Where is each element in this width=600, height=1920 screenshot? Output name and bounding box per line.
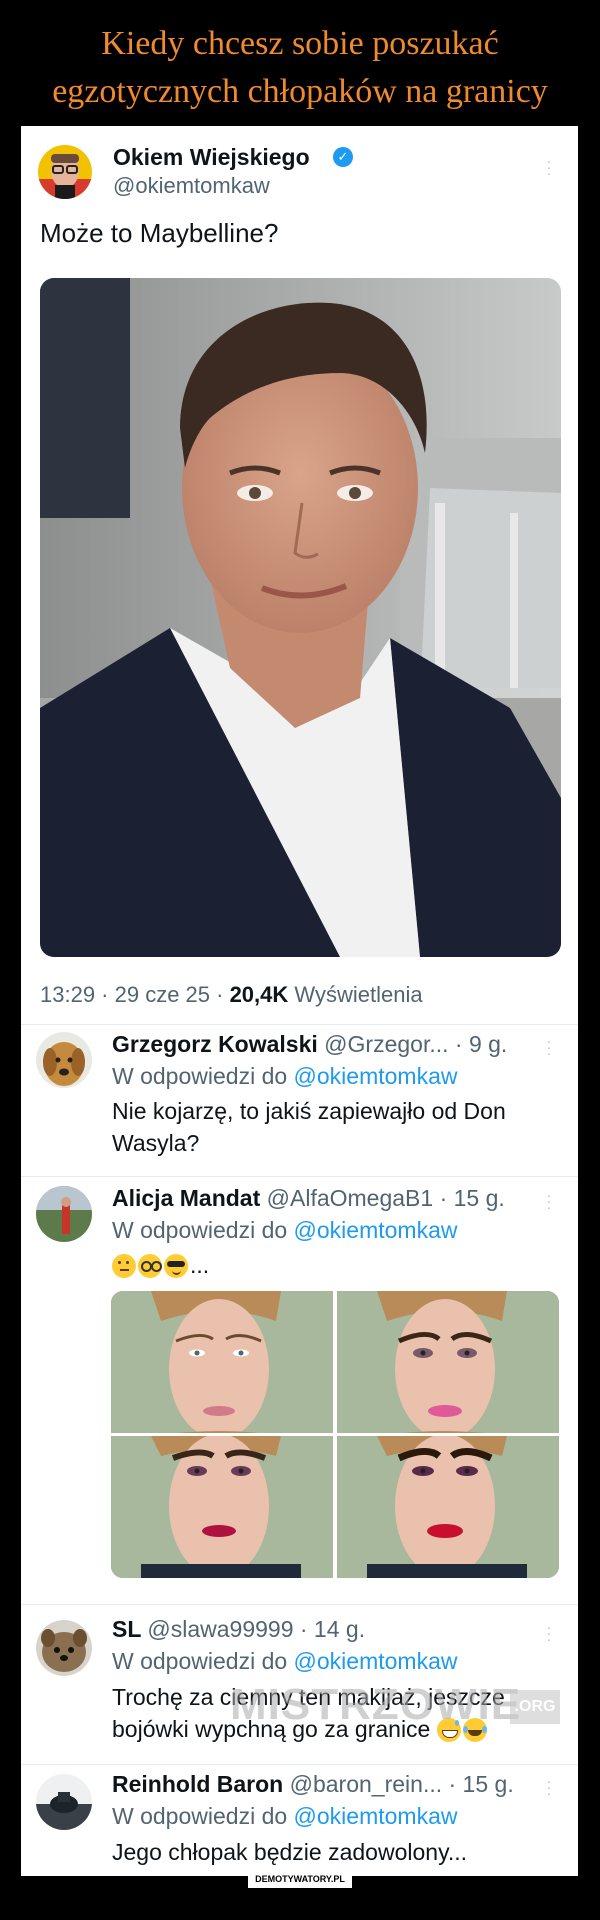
replying-to-link[interactable]: @okiemtomkaw bbox=[294, 1217, 458, 1243]
author-handle[interactable]: @okiemtomkaw bbox=[113, 173, 270, 199]
views-label: Wyświetlenia bbox=[288, 982, 423, 1007]
tweet-photo[interactable] bbox=[40, 278, 561, 957]
more-options-icon[interactable]: · · · bbox=[546, 1774, 552, 1800]
watermark: MISTRZOWIE bbox=[230, 1680, 522, 1729]
more-options-icon[interactable]: · · · bbox=[546, 1620, 552, 1646]
divider bbox=[21, 1604, 578, 1605]
reply-author-handle[interactable]: @Grzegor... · 9 g. bbox=[324, 1031, 507, 1057]
watermark-org: .ORG bbox=[510, 1690, 560, 1724]
reply-text: ... bbox=[112, 1249, 209, 1281]
more-options-icon[interactable]: · · · bbox=[546, 1034, 552, 1060]
reply-author[interactable]: Reinhold Baron @baron_rein... · 15 g. bbox=[112, 1771, 514, 1798]
replying-to: W odpowiedzi do @okiemtomkaw bbox=[112, 1063, 458, 1090]
reply-author-handle[interactable]: @AlfaOmegaB1 · 15 g. bbox=[267, 1185, 505, 1211]
reply-author-handle[interactable]: @slawa99999 · 14 g. bbox=[147, 1616, 365, 1642]
replying-to-prefix: W odpowiedzi do bbox=[112, 1063, 294, 1089]
reply-avatar[interactable] bbox=[36, 1620, 92, 1676]
meme-title: Kiedy chcesz sobie poszukać egzotycznych… bbox=[0, 20, 600, 116]
reply-author[interactable]: SL @slawa99999 · 14 g. bbox=[112, 1616, 365, 1643]
reply-author-name[interactable]: Alicja Mandat bbox=[112, 1185, 260, 1211]
reply-text-suffix: ... bbox=[190, 1252, 210, 1278]
author-avatar[interactable] bbox=[38, 145, 92, 199]
reply-author[interactable]: Grzegorz Kowalski @Grzegor... · 9 g. bbox=[112, 1031, 507, 1058]
meme-title-line-2: egzotycznych chłopaków na granicy bbox=[52, 73, 548, 110]
reply-avatar[interactable] bbox=[36, 1774, 92, 1830]
replying-to: W odpowiedzi do @okiemtomkaw bbox=[112, 1217, 458, 1244]
sunglasses-face-emoji-icon bbox=[164, 1254, 188, 1278]
meme-title-line-1: Kiedy chcesz sobie poszukać bbox=[101, 25, 499, 62]
replying-to-prefix: W odpowiedzi do bbox=[112, 1217, 294, 1243]
replying-to-link[interactable]: @okiemtomkaw bbox=[294, 1063, 458, 1089]
tweet-text: Może to Maybelline? bbox=[40, 218, 279, 248]
replying-to-link[interactable]: @okiemtomkaw bbox=[294, 1648, 458, 1674]
tweet-card: Okiem Wiejskiego ✓ @okiemtomkaw · · · Może… bbox=[21, 126, 578, 1876]
thinking-face-emoji-icon bbox=[112, 1254, 136, 1278]
divider bbox=[21, 1764, 578, 1765]
reply-text: Nie kojarzę, to jakiś zapiewajło od Don … bbox=[112, 1095, 506, 1159]
reply-author-name[interactable]: SL bbox=[112, 1616, 141, 1642]
reply-text-line: Nie kojarzę, to jakiś zapiewajło od Don bbox=[112, 1098, 506, 1124]
reply-author[interactable]: Alicja Mandat @AlfaOmegaB1 · 15 g. bbox=[112, 1185, 505, 1212]
more-options-icon[interactable]: · · · bbox=[546, 1188, 552, 1214]
replying-to-prefix: W odpowiedzi do bbox=[112, 1803, 294, 1829]
footer-tag: DEMOTYWATORY.PL bbox=[248, 1870, 352, 1888]
replying-to: W odpowiedzi do @okiemtomkaw bbox=[112, 1803, 458, 1830]
divider bbox=[21, 1024, 578, 1025]
reply-image[interactable] bbox=[111, 1291, 559, 1578]
author-name[interactable]: Okiem Wiejskiego bbox=[113, 144, 310, 171]
replying-to-link[interactable]: @okiemtomkaw bbox=[294, 1803, 458, 1829]
reply-text: Jego chłopak będzie zadowolony... bbox=[112, 1836, 467, 1868]
reply-avatar[interactable] bbox=[36, 1186, 92, 1242]
reply-author-name[interactable]: Reinhold Baron bbox=[112, 1771, 283, 1797]
verified-badge-icon: ✓ bbox=[333, 147, 353, 167]
replying-to-prefix: W odpowiedzi do bbox=[112, 1648, 294, 1674]
divider bbox=[21, 1176, 578, 1177]
more-options-icon[interactable]: · · · bbox=[546, 154, 552, 180]
replying-to: W odpowiedzi do @okiemtomkaw bbox=[112, 1648, 458, 1675]
nerd-face-emoji-icon bbox=[138, 1254, 162, 1278]
reply-author-handle[interactable]: @baron_rein... · 15 g. bbox=[290, 1771, 514, 1797]
reply-author-name[interactable]: Grzegorz Kowalski bbox=[112, 1031, 318, 1057]
tweet-meta: 13:29 · 29 cze 25 · 20,4K Wyświetlenia bbox=[40, 982, 423, 1008]
reply-text-line: Jego chłopak będzie zadowolony... bbox=[112, 1839, 468, 1865]
reply-text-line: Wasyla? bbox=[112, 1130, 200, 1156]
tweet-time: 13:29 · 29 cze 25 · bbox=[40, 982, 230, 1007]
reply-avatar[interactable] bbox=[36, 1032, 92, 1088]
views-count: 20,4K bbox=[229, 982, 289, 1007]
